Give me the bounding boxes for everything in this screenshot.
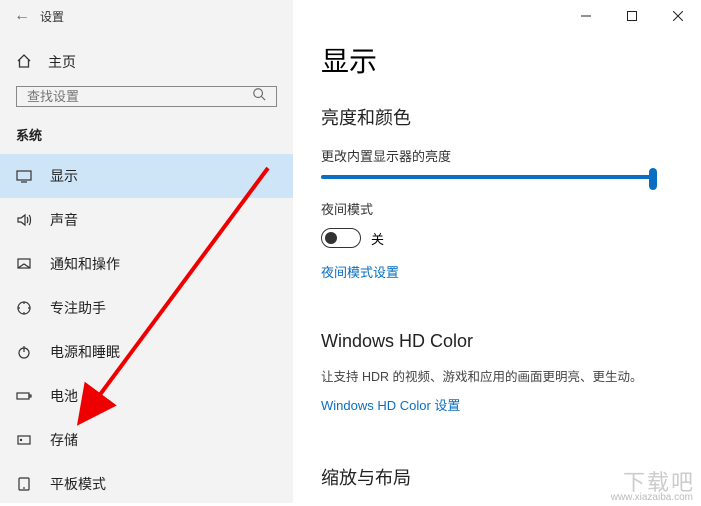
storage-icon	[16, 432, 32, 448]
search-icon	[252, 87, 266, 106]
minimize-button[interactable]	[563, 0, 609, 32]
page-title: 显示	[321, 40, 673, 80]
sidebar-item-label: 平板模式	[50, 474, 106, 494]
hdcolor-settings-link[interactable]: Windows HD Color 设置	[321, 395, 460, 414]
search-input[interactable]	[27, 89, 252, 104]
focus-icon	[16, 300, 32, 316]
sidebar-item-label: 显示	[50, 166, 78, 186]
sidebar-home-label: 主页	[48, 52, 76, 72]
sidebar-item-battery[interactable]: 电池	[0, 374, 293, 418]
sidebar-item-label: 声音	[50, 210, 78, 230]
brightness-slider[interactable]	[321, 175, 651, 179]
close-button[interactable]	[655, 0, 701, 32]
sidebar-home[interactable]: 主页	[0, 44, 293, 86]
sidebar-item-label: 存储	[50, 430, 78, 450]
back-button[interactable]: ←	[14, 7, 30, 25]
tablet-icon	[16, 476, 32, 492]
sidebar: 主页 系统 显示 声音 通知和操作 专注助手	[0, 0, 293, 503]
hdcolor-section: Windows HD Color 让支持 HDR 的视频、游戏和应用的画面更明亮…	[321, 331, 673, 438]
toggle-knob	[325, 232, 337, 244]
sidebar-item-tablet[interactable]: 平板模式	[0, 462, 293, 506]
maximize-button[interactable]	[609, 0, 655, 32]
sidebar-item-focus[interactable]: 专注助手	[0, 286, 293, 330]
night-mode-toggle[interactable]	[321, 228, 361, 248]
search-input-wrap[interactable]	[16, 86, 277, 107]
sidebar-section-label: 系统	[0, 125, 293, 154]
sidebar-item-sound[interactable]: 声音	[0, 198, 293, 242]
night-mode-label: 夜间模式	[321, 199, 673, 218]
hdcolor-desc: 让支持 HDR 的视频、游戏和应用的画面更明亮、更生动。	[321, 368, 673, 387]
sidebar-item-label: 电池	[50, 386, 78, 406]
home-icon	[16, 53, 32, 72]
scale-heading: 缩放与布局	[321, 464, 673, 490]
battery-icon	[16, 388, 32, 404]
brightness-heading: 亮度和颜色	[321, 104, 673, 130]
sidebar-item-display[interactable]: 显示	[0, 154, 293, 198]
window-controls	[563, 0, 701, 32]
sidebar-item-label: 专注助手	[50, 298, 106, 318]
brightness-section: 亮度和颜色 更改内置显示器的亮度 夜间模式 关 夜间模式设置	[321, 104, 673, 305]
slider-thumb[interactable]	[649, 168, 657, 190]
title-bar: ← 设置	[0, 0, 701, 32]
sidebar-item-label: 电源和睡眠	[50, 342, 120, 362]
notifications-icon	[16, 256, 32, 272]
sidebar-item-storage[interactable]: 存储	[0, 418, 293, 462]
toggle-state-label: 关	[371, 229, 384, 248]
hdcolor-heading: Windows HD Color	[321, 331, 673, 352]
sidebar-item-label: 通知和操作	[50, 254, 120, 274]
sidebar-nav: 显示 声音 通知和操作 专注助手 电源和睡眠 电池	[0, 154, 293, 506]
main-content: 显示 亮度和颜色 更改内置显示器的亮度 夜间模式 关 夜间模式设置 Window…	[293, 0, 701, 503]
night-mode-settings-link[interactable]: 夜间模式设置	[321, 262, 399, 281]
window-title: 设置	[40, 8, 64, 25]
display-icon	[16, 168, 32, 184]
brightness-slider-label: 更改内置显示器的亮度	[321, 146, 673, 165]
sidebar-item-power[interactable]: 电源和睡眠	[0, 330, 293, 374]
scale-section: 缩放与布局 更改文本、应用等项目的大小 100% (推荐)	[321, 464, 673, 503]
power-icon	[16, 344, 32, 360]
sound-icon	[16, 212, 32, 228]
sidebar-item-notifications[interactable]: 通知和操作	[0, 242, 293, 286]
